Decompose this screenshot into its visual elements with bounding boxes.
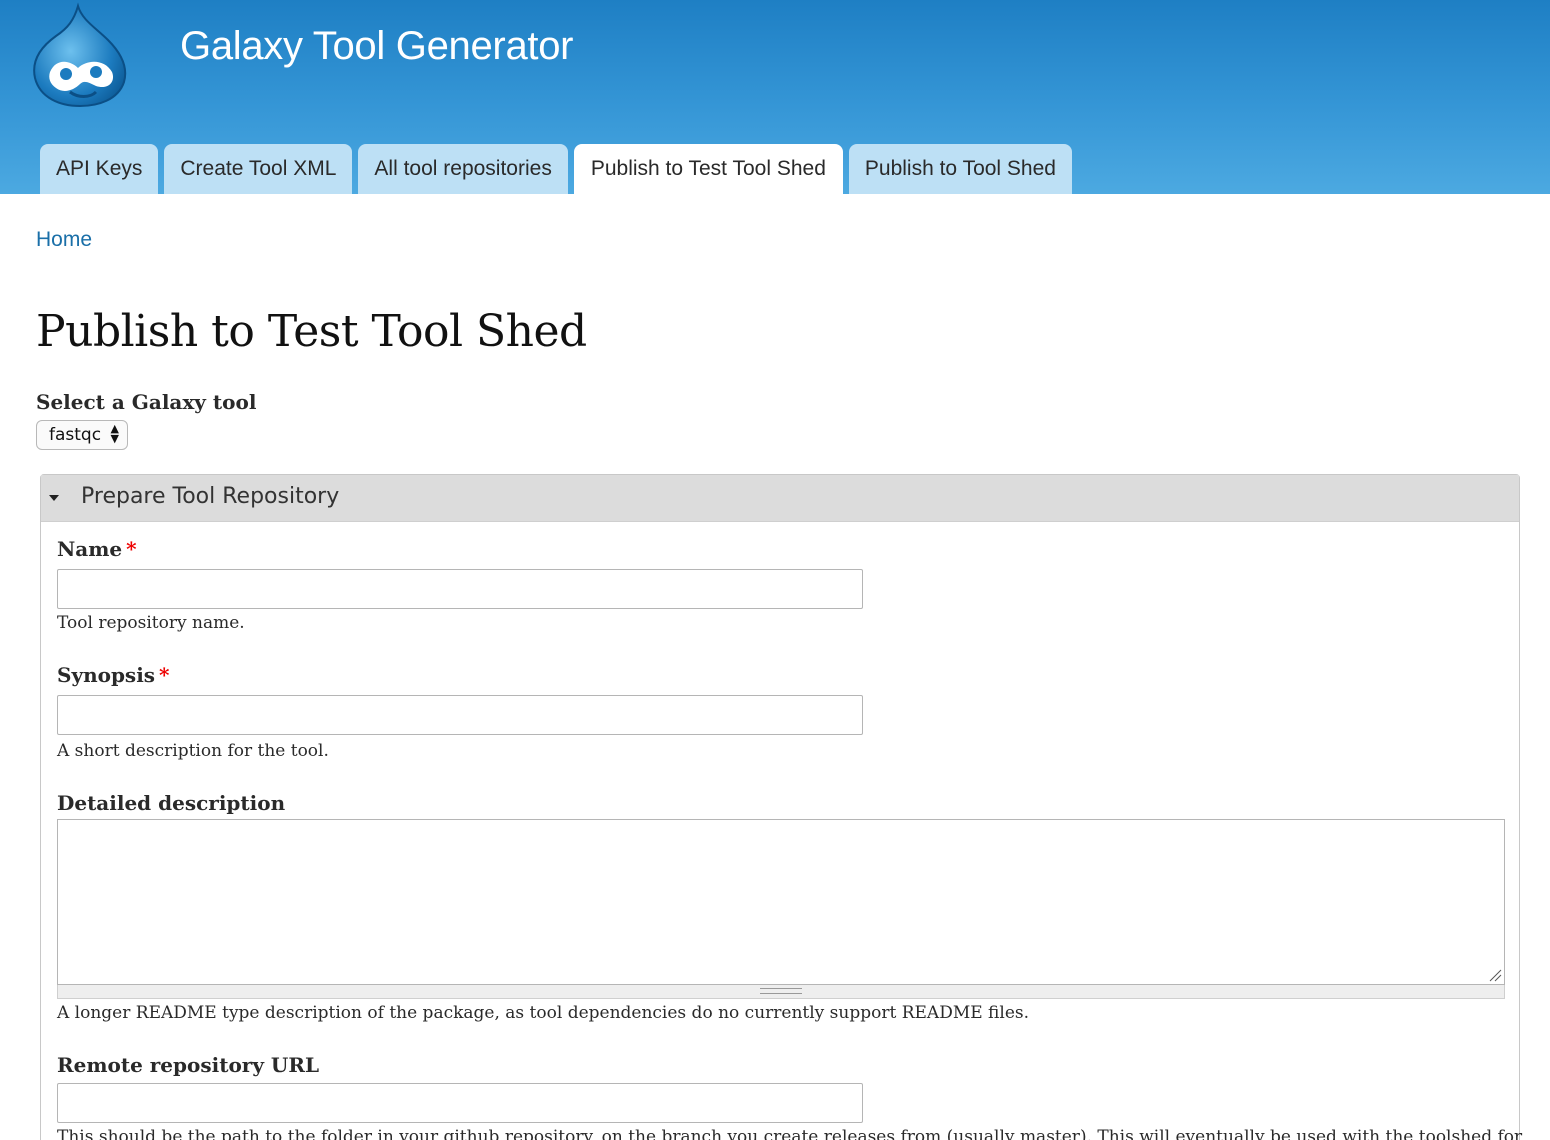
primary-tabs: API Keys Create Tool XML All tool reposi… bbox=[40, 144, 1078, 194]
tab-create-tool-xml[interactable]: Create Tool XML bbox=[164, 144, 353, 194]
tab-api-keys[interactable]: API Keys bbox=[40, 144, 159, 194]
page-title: Publish to Test Tool Shed bbox=[36, 306, 587, 357]
synopsis-input[interactable] bbox=[57, 695, 863, 735]
name-input[interactable] bbox=[57, 569, 863, 609]
required-marker: * bbox=[126, 537, 137, 561]
tab-publish-to-tool-shed[interactable]: Publish to Tool Shed bbox=[848, 144, 1072, 194]
tab-publish-to-test-tool-shed[interactable]: Publish to Test Tool Shed bbox=[573, 144, 843, 194]
remote-repository-url-description: This should be the path to the folder in… bbox=[57, 1127, 1523, 1140]
select-arrows-icon: ▲ ▼ bbox=[110, 422, 119, 445]
name-label: Name * bbox=[57, 537, 137, 561]
name-description: Tool repository name. bbox=[57, 613, 245, 633]
remote-repository-url-input[interactable] bbox=[57, 1083, 863, 1123]
detailed-description-help: A longer README type description of the … bbox=[57, 1003, 1030, 1023]
tool-select[interactable]: fastqc ▲ ▼ bbox=[36, 420, 128, 450]
detailed-description-label: Detailed description bbox=[57, 791, 286, 815]
synopsis-label: Synopsis * bbox=[57, 663, 170, 687]
resize-handle-icon[interactable] bbox=[1488, 968, 1502, 982]
fieldset-legend: Prepare Tool Repository bbox=[81, 484, 340, 509]
textarea-grippie[interactable] bbox=[57, 985, 1505, 999]
synopsis-description: A short description for the tool. bbox=[57, 741, 329, 761]
site-header: Galaxy Tool Generator API Keys Create To… bbox=[0, 0, 1550, 194]
tool-select-value: fastqc bbox=[49, 425, 102, 445]
tab-all-tool-repositories[interactable]: All tool repositories bbox=[358, 144, 568, 194]
breadcrumb-home-link[interactable]: Home bbox=[36, 228, 92, 252]
prepare-tool-repository-fieldset: Prepare Tool Repository Name * Tool repos… bbox=[40, 474, 1523, 1140]
site-name[interactable]: Galaxy Tool Generator bbox=[180, 24, 573, 69]
grippie-lines-icon bbox=[760, 988, 802, 994]
required-marker: * bbox=[159, 663, 170, 687]
remote-repository-url-label: Remote repository URL bbox=[57, 1053, 320, 1077]
drupal-logo-icon[interactable] bbox=[30, 2, 130, 108]
tool-select-label: Select a Galaxy tool bbox=[36, 390, 257, 414]
fieldset-legend-toggle[interactable]: Prepare Tool Repository bbox=[41, 475, 1519, 522]
detailed-description-textarea[interactable] bbox=[57, 819, 1505, 985]
collapse-arrow-icon bbox=[49, 495, 59, 501]
